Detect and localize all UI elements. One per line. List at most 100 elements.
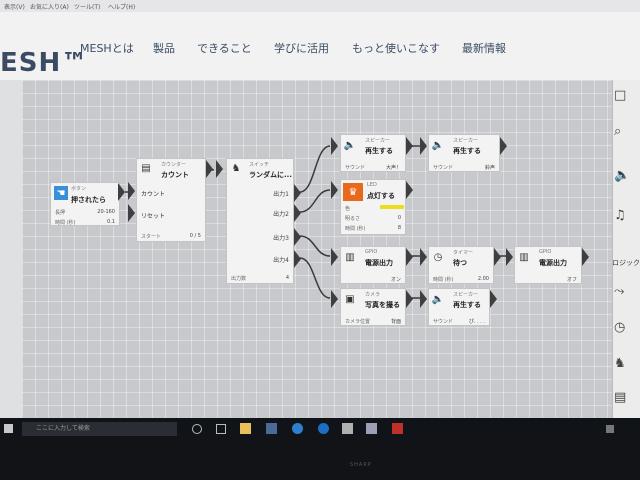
speaker-icon[interactable]: 🔈 <box>614 168 630 183</box>
nav-news[interactable]: 最新情報 <box>462 40 506 56</box>
counter-block-action: カウント <box>161 171 189 179</box>
led-input-pin[interactable] <box>331 181 338 199</box>
switch-output-4: 出力4 <box>273 257 289 264</box>
timer-block[interactable]: ◷ タイマー 待つ 時間 (秒) 2.00 <box>428 246 494 284</box>
switch-output-pin-2[interactable] <box>294 204 301 222</box>
counter-reset-input-pin[interactable] <box>128 204 135 222</box>
monitor-bezel: SHARP <box>0 440 640 480</box>
button-block[interactable]: ☚ ボタン 押されたら 長押 20-160 時間 (秒) 0.1 <box>50 182 120 226</box>
gpio2-action: 電源出力 <box>539 259 567 267</box>
ie-icon[interactable] <box>318 423 329 434</box>
button-row-value: 20-160 <box>97 209 115 215</box>
menu-help[interactable]: ヘルプ(H) <box>108 2 135 11</box>
led-row-label: 明るさ <box>345 216 361 222</box>
speaker3-input-pin[interactable] <box>420 290 427 308</box>
switch-icon: ♞ <box>231 162 241 174</box>
gpio-icon: ▥ <box>345 251 355 263</box>
speaker2-output-pin[interactable] <box>500 137 507 155</box>
gpio1-label: GPIO <box>365 249 378 255</box>
switch-output-2: 出力2 <box>273 211 289 218</box>
timer-action: 待つ <box>453 259 467 267</box>
timer-input-pin[interactable] <box>420 248 427 266</box>
monitor-screen: 表示(V) お気に入り(A) ツール(T) ヘルプ(H) ESH™ MESHとは… <box>0 0 640 480</box>
button-block-action: 押されたら <box>71 196 106 204</box>
nav-products[interactable]: 製品 <box>153 40 175 56</box>
nav-advanced[interactable]: もっと使いこなす <box>352 40 440 56</box>
speaker1-action: 再生する <box>365 147 393 155</box>
switch-icon[interactable]: ♞ <box>614 356 626 371</box>
gpio-block-1[interactable]: ▥ GPIO 電源出力 オン <box>340 246 406 284</box>
nav-what-you-can-do[interactable]: できること <box>197 40 252 56</box>
button-row-label: 長押 <box>55 210 66 216</box>
speaker1-input-pin[interactable] <box>331 137 338 155</box>
windows-start-icon[interactable] <box>4 424 13 433</box>
switch-block[interactable]: ♞ スイッチ ランダムに... 出力1 出力2 出力3 出力4 出力数 4 <box>226 158 294 284</box>
clock-icon[interactable]: ◷ <box>614 320 625 335</box>
speaker1-label: スピーカー <box>365 138 391 144</box>
button-row-value: 0.1 <box>107 219 115 225</box>
menu-favorites[interactable]: お気に入り(A) <box>30 2 69 11</box>
switch-output-pin-1[interactable] <box>294 184 301 202</box>
led-label: LED <box>367 182 377 188</box>
gpio1-output-pin[interactable] <box>406 248 413 266</box>
switch-output-pin-3[interactable] <box>294 228 301 246</box>
nav-learning[interactable]: 学びに活用 <box>274 40 329 56</box>
camera-action: 写真を撮る <box>365 301 400 309</box>
gpio2-input-pin[interactable] <box>506 248 513 266</box>
taskbar-search[interactable]: ここに入力して検索 <box>22 422 177 436</box>
counter-reset-port[interactable]: リセット <box>141 211 165 220</box>
camera-input-pin[interactable] <box>331 290 338 308</box>
speaker-icon: 🔈 <box>343 139 357 151</box>
camera-block[interactable]: ▣ カメラ 写真を撮る カメラ位置 背面 <box>340 288 406 326</box>
timer-label: タイマー <box>453 250 474 256</box>
speaker-block-2[interactable]: 🔈 スピーカー 再生する サウンド 鈴声 <box>428 134 500 172</box>
notification-icon[interactable] <box>606 425 614 433</box>
counter-icon[interactable]: ▤ <box>614 390 626 405</box>
gpio1-row-value: オン <box>390 277 401 283</box>
speaker3-label: スピーカー <box>453 292 479 298</box>
nav-what-is-mesh[interactable]: MESHとは <box>80 40 134 56</box>
file-explorer-icon[interactable] <box>240 423 251 434</box>
speaker1-output-pin[interactable] <box>406 137 413 155</box>
camera-output-pin[interactable] <box>406 290 413 308</box>
app-icon[interactable] <box>342 423 353 434</box>
speaker2-input-pin[interactable] <box>420 137 427 155</box>
store-icon[interactable] <box>266 423 277 434</box>
switch-row-value: 4 <box>285 275 289 281</box>
counter-output-pin[interactable] <box>206 160 213 178</box>
speaker-block-3[interactable]: 🔈 スピーカー 再生する サウンド ぴ. . . . <box>428 288 490 326</box>
app-icon[interactable] <box>392 423 403 434</box>
speaker-icon: 🔈 <box>431 139 445 151</box>
menu-view[interactable]: 表示(V) <box>4 2 25 11</box>
counter-count-port[interactable]: カウント <box>141 189 165 198</box>
site-logo[interactable]: ESH™ <box>0 48 88 78</box>
gpio2-output-pin[interactable] <box>582 248 589 266</box>
counter-count-input-pin[interactable] <box>128 182 135 200</box>
led-output-pin[interactable] <box>406 181 413 199</box>
cortana-icon[interactable] <box>192 424 202 434</box>
led-color-swatch[interactable] <box>380 205 404 209</box>
speaker3-output-pin[interactable] <box>490 290 497 308</box>
search-icon[interactable]: ⌕ <box>614 124 621 139</box>
switch-input-pin[interactable] <box>216 160 223 178</box>
timer-output-pin[interactable] <box>494 248 501 266</box>
app-icon[interactable] <box>366 423 377 434</box>
browser-menubar: 表示(V) お気に入り(A) ツール(T) ヘルプ(H) <box>0 0 640 12</box>
led-color-label: 色 <box>345 206 351 212</box>
branch-icon[interactable]: ⤳ <box>614 284 624 299</box>
counter-block[interactable]: ▤ カウンター カウント カウント リセット スタート 0 / 5 <box>136 158 206 242</box>
button-output-pin[interactable] <box>118 183 125 201</box>
edge-icon[interactable] <box>292 423 303 434</box>
gpio1-input-pin[interactable] <box>331 248 338 266</box>
menu-tools[interactable]: ツール(T) <box>74 2 100 11</box>
panel-item-icon[interactable]: □ <box>614 88 626 103</box>
bell-icon[interactable]: ♫ <box>614 208 626 223</box>
hand-tap-icon: ☚ <box>54 186 68 200</box>
left-strip <box>0 80 22 418</box>
speaker2-row-value: 鈴声 <box>484 165 495 171</box>
task-view-icon[interactable] <box>216 424 226 434</box>
timer-row-label: 時間 (秒) <box>433 277 454 283</box>
gpio-block-2[interactable]: ▥ GPIO 電源出力 オフ <box>514 246 582 284</box>
switch-output-pin-4[interactable] <box>294 250 301 268</box>
speaker-block-1[interactable]: 🔈 スピーカー 再生する サウンド 大声！ <box>340 134 406 172</box>
